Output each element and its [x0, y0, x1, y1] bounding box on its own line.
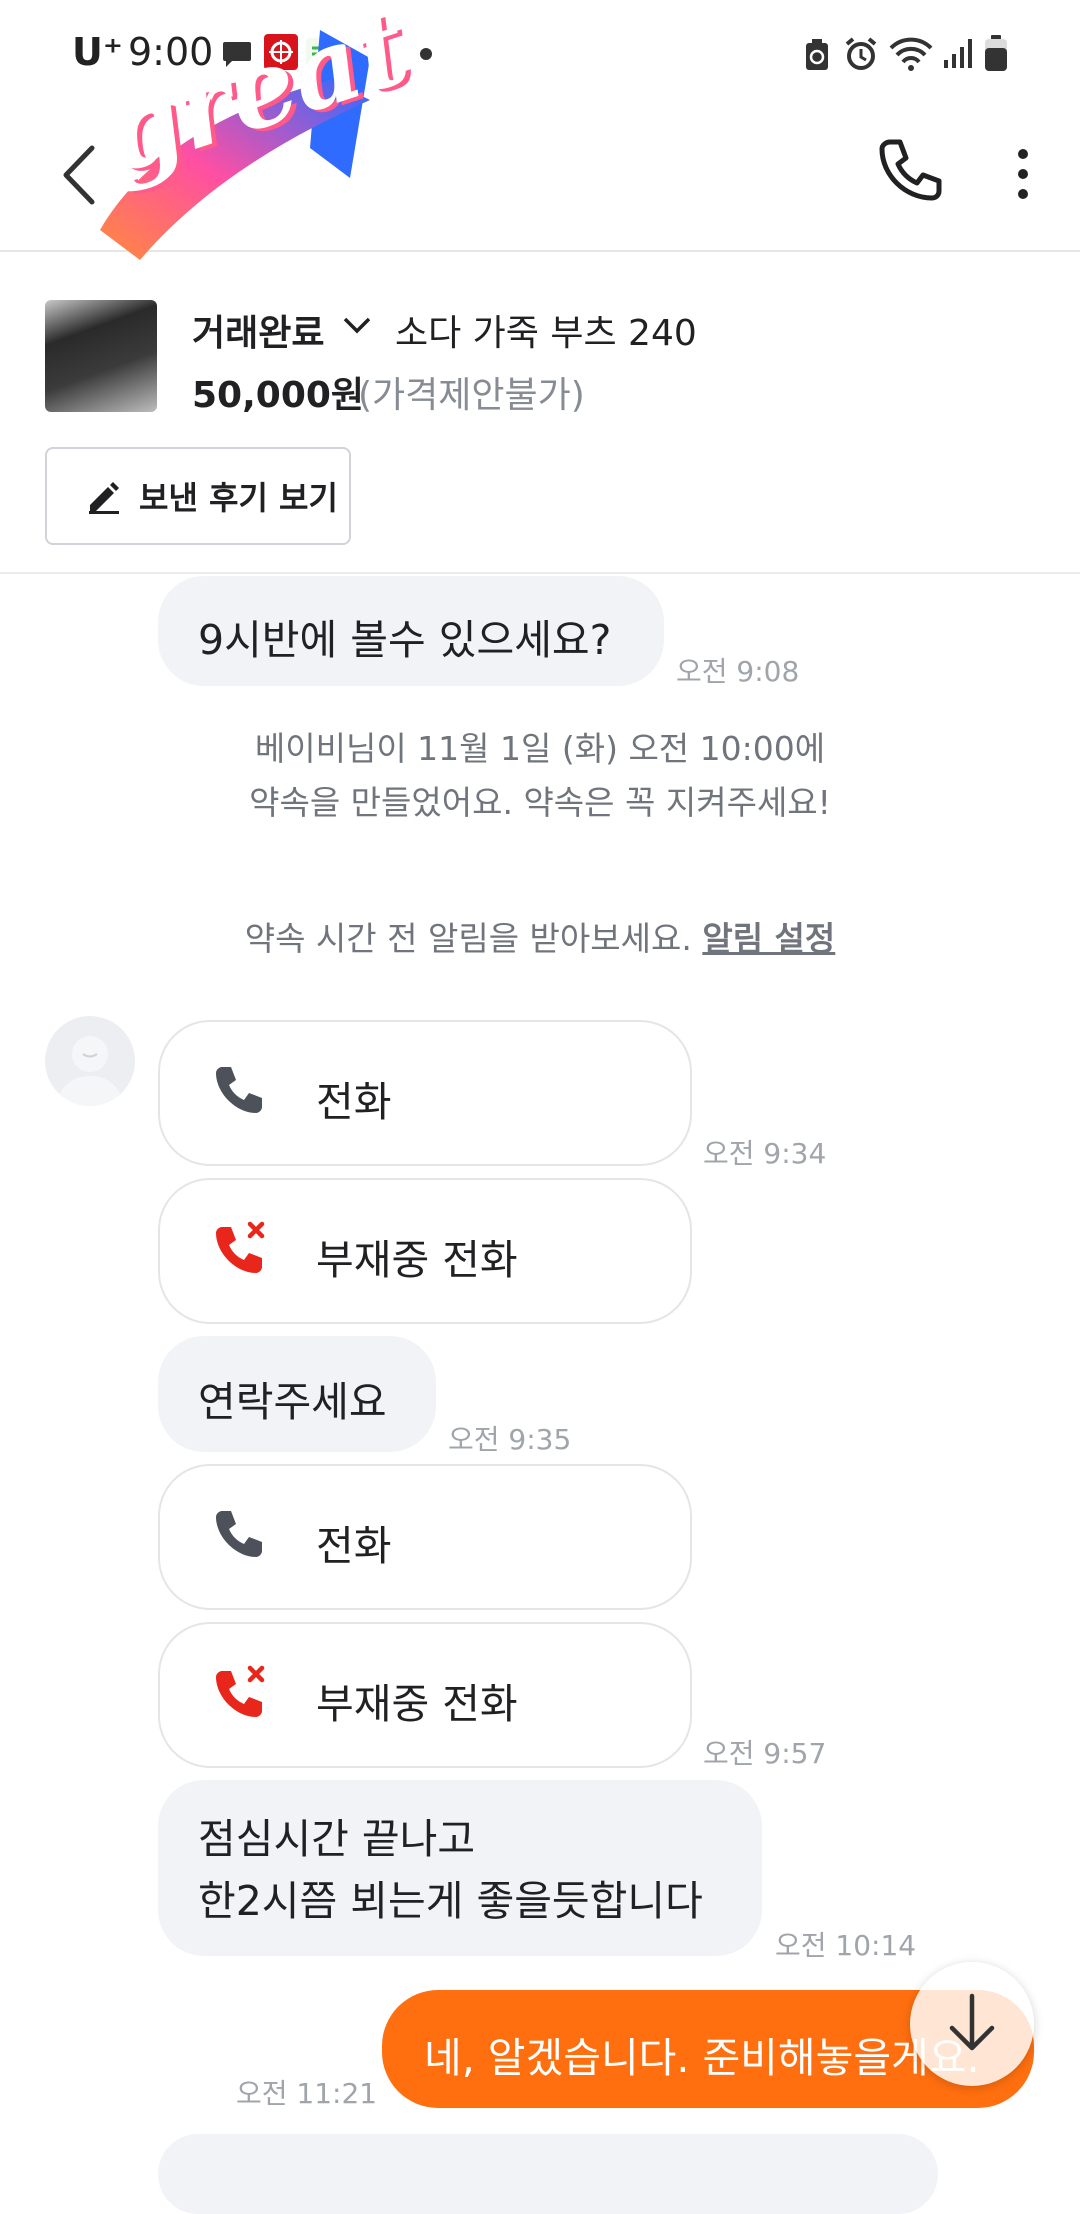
battery-icon — [984, 34, 1008, 76]
message-text: 네, 알겠습니다. 준비해놓을게요. — [424, 2034, 980, 2082]
great-sticker: great — [80, 0, 422, 290]
battery-saver-icon — [803, 38, 831, 76]
missed-call-message[interactable]: 부재중 전화 — [158, 1622, 692, 1768]
message-time: 오전 9:34 — [703, 1137, 827, 1170]
alarm-icon — [843, 36, 879, 76]
appointment-line-1: 베이비님이 11월 1일 (화) 오전 10:00에 — [254, 729, 826, 768]
avatar[interactable] — [45, 1016, 135, 1106]
product-thumbnail[interactable] — [45, 300, 157, 412]
message-line: 점심시간 끝나고 — [198, 1815, 476, 1863]
more-notifications-dot — [420, 48, 432, 60]
phone-icon — [210, 1064, 266, 1130]
product-price: 50,000원 — [192, 375, 365, 416]
missed-call-icon — [210, 1664, 270, 1734]
signal-icon — [942, 36, 976, 74]
price-note: (가격제안불가) — [358, 375, 585, 416]
message-bubble[interactable]: 9시반에 볼수 있으세요? — [158, 576, 664, 686]
message-bubble[interactable]: 연락주세요 — [158, 1336, 436, 1452]
view-review-label: 보낸 후기 보기 — [139, 479, 338, 517]
message-text: 9시반에 볼수 있으세요? — [198, 616, 612, 664]
message-bubble[interactable] — [158, 2134, 938, 2214]
message-line: 한2시쯤 뵈는게 좋을듯합니다 — [198, 1877, 703, 1925]
call-message[interactable]: 전화 — [158, 1020, 692, 1166]
missed-call-label: 부재중 전화 — [316, 1236, 518, 1284]
product-section: 거래완료 소다 가죽 부츠 240 50,000원 (가격제안불가) 보낸 후기… — [0, 252, 1080, 574]
reminder-settings-link[interactable]: 알림 설정 — [702, 919, 835, 958]
call-label: 전화 — [316, 1078, 392, 1126]
message-text: 점심시간 끝나고 한2시쯤 뵈는게 좋을듯합니다 — [198, 1808, 703, 1932]
message-time: 오전 11:21 — [236, 2077, 378, 2110]
missed-call-icon — [210, 1220, 270, 1290]
trade-status[interactable]: 거래완료 — [192, 304, 324, 356]
phone-icon — [210, 1508, 266, 1574]
message-text: 연락주세요 — [198, 1378, 387, 1426]
product-title: 소다 가죽 부츠 240 — [395, 313, 697, 354]
missed-call-message[interactable]: 부재중 전화 — [158, 1178, 692, 1324]
reminder-notice: 약속 시간 전 알림을 받아보세요. 알림 설정 — [0, 912, 1080, 966]
view-review-button[interactable]: 보낸 후기 보기 — [45, 447, 351, 545]
missed-call-label: 부재중 전화 — [316, 1680, 518, 1728]
message-time: 오전 9:57 — [703, 1737, 827, 1770]
message-time: 오전 10:14 — [775, 1929, 917, 1962]
more-options-button[interactable] — [1012, 144, 1034, 208]
message-time: 오전 9:08 — [676, 655, 800, 688]
reminder-text: 약속 시간 전 알림을 받아보세요. — [244, 919, 692, 958]
scroll-to-bottom-button[interactable] — [910, 1962, 1034, 2086]
message-bubble[interactable]: 점심시간 끝나고 한2시쯤 뵈는게 좋을듯합니다 — [158, 1780, 762, 1956]
pencil-icon — [85, 479, 121, 519]
message-time: 오전 9:35 — [448, 1423, 572, 1456]
call-label: 전화 — [316, 1522, 392, 1570]
call-message[interactable]: 전화 — [158, 1464, 692, 1610]
chevron-down-icon[interactable] — [342, 314, 372, 340]
appointment-line-2: 약속을 만들었어요. 약속은 꼭 지켜주세요! — [249, 783, 831, 822]
call-button[interactable] — [874, 136, 944, 210]
arrow-down-icon — [948, 1992, 996, 2058]
wifi-icon — [888, 36, 934, 76]
appointment-notice: 베이비님이 11월 1일 (화) 오전 10:00에 약속을 만들었어요. 약속… — [0, 722, 1080, 830]
